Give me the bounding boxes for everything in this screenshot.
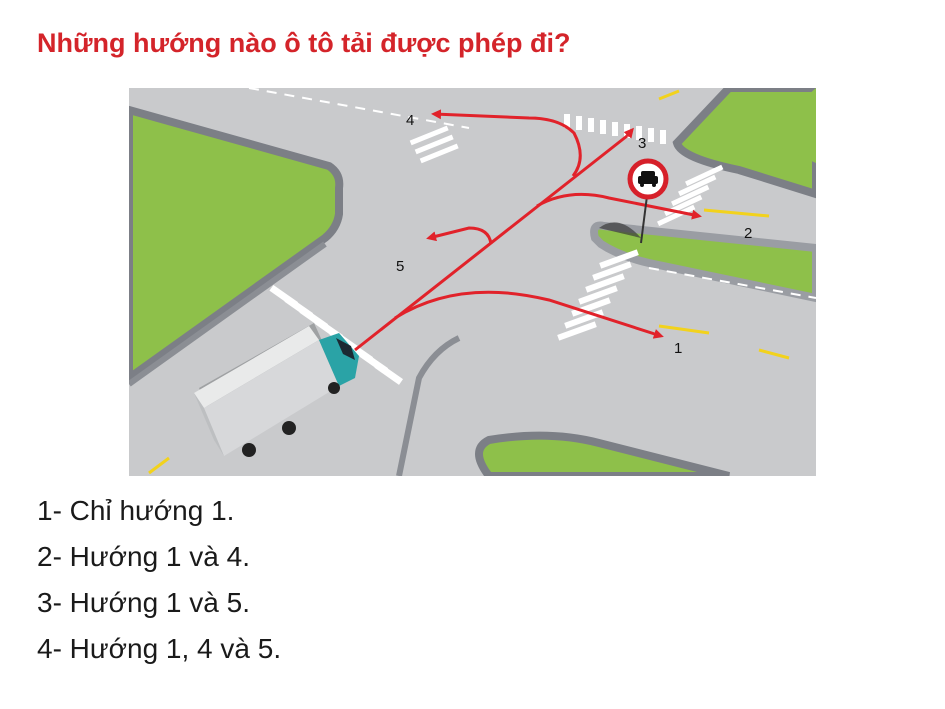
answer-list: 1- Chỉ hướng 1. 2- Hướng 1 và 4. 3- Hướn… xyxy=(37,488,281,672)
intersection-illustration: 1 2 3 4 5 xyxy=(129,88,816,476)
answer-option-2[interactable]: 2- Hướng 1 và 4. xyxy=(37,534,281,580)
direction-label-3: 3 xyxy=(638,135,646,152)
direction-label-5: 5 xyxy=(396,258,404,275)
direction-label-4: 4 xyxy=(406,112,414,129)
question-title: Những hướng nào ô tô tải được phép đi? xyxy=(37,28,571,58)
direction-label-2: 2 xyxy=(744,225,752,242)
answer-option-1[interactable]: 1- Chỉ hướng 1. xyxy=(37,488,281,534)
direction-label-1: 1 xyxy=(674,340,682,357)
answer-option-4[interactable]: 4- Hướng 1, 4 và 5. xyxy=(37,626,281,672)
answer-option-3[interactable]: 3- Hướng 1 và 5. xyxy=(37,580,281,626)
